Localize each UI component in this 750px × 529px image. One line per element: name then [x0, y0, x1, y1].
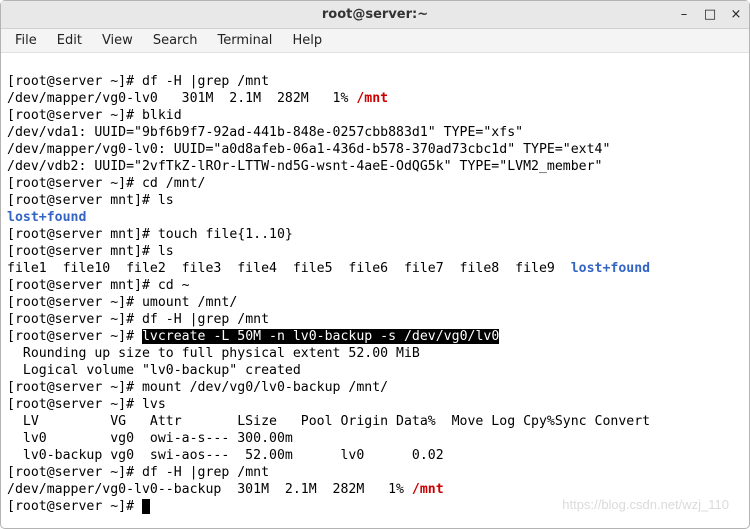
prompt: [root@server ~]# — [7, 465, 142, 480]
prompt: [root@server mnt]# — [7, 278, 158, 293]
prompt: [root@server mnt]# — [7, 227, 158, 242]
prompt: [root@server mnt]# — [7, 244, 158, 259]
prompt: [root@server ~]# — [7, 380, 142, 395]
cmd: df -H |grep /mnt — [142, 74, 269, 89]
cmd-highlight: lvcreate -L 50M -n lv0-backup -s /dev/vg… — [142, 329, 499, 344]
titlebar: root@server:~ – □ × — [1, 1, 749, 29]
prompt: [root@server ~]# — [7, 74, 142, 89]
cmd: df -H |grep /mnt — [142, 465, 269, 480]
cmd: mount /dev/vg0/lv0-backup /mnt/ — [142, 380, 388, 395]
out: /dev/mapper/vg0-lv0--backup 301M 2.1M 28… — [7, 482, 412, 497]
cmd: umount /mnt/ — [142, 295, 237, 310]
menu-search[interactable]: Search — [145, 31, 206, 50]
menu-file[interactable]: File — [7, 31, 45, 50]
match: /mnt — [356, 91, 388, 106]
out: /dev/vda1: UUID="9bf6b9f7-92ad-441b-848e… — [7, 125, 523, 140]
minimize-icon[interactable]: – — [677, 8, 691, 22]
cmd: blkid — [142, 108, 182, 123]
prompt: [root@server ~]# — [7, 312, 142, 327]
prompt: [root@server ~]# — [7, 397, 142, 412]
out: /dev/vdb2: UUID="2vfTkZ-lROr-LTTW-nd5G-w… — [7, 159, 602, 174]
menubar: File Edit View Search Terminal Help — [1, 29, 749, 53]
prompt: [root@server ~]# — [7, 295, 142, 310]
dir: lost+found — [7, 210, 86, 225]
cmd: lvs — [142, 397, 166, 412]
window-controls: – □ × — [677, 8, 743, 22]
dir: lost+found — [571, 261, 650, 276]
out: lv0 vg0 owi-a-s--- 300.00m — [7, 431, 293, 446]
prompt: [root@server ~]# — [7, 176, 142, 191]
maximize-icon[interactable]: □ — [703, 8, 717, 22]
cmd: touch file{1..10} — [158, 227, 293, 242]
prompt: [root@server ~]# — [7, 329, 142, 344]
cmd: cd ~ — [158, 278, 190, 293]
close-icon[interactable]: × — [729, 8, 743, 22]
prompt: [root@server ~]# — [7, 499, 142, 514]
cmd: df -H |grep /mnt — [142, 312, 269, 327]
cmd: ls — [158, 244, 174, 259]
window-title: root@server:~ — [322, 7, 428, 22]
menu-help[interactable]: Help — [284, 31, 330, 50]
match: /mnt — [412, 482, 444, 497]
out: Rounding up size to full physical extent… — [7, 346, 420, 361]
cursor — [142, 499, 150, 514]
menu-view[interactable]: View — [94, 31, 141, 50]
out: lv0-backup vg0 swi-aos--- 52.00m lv0 0.0… — [7, 448, 444, 463]
out: Logical volume "lv0-backup" created — [7, 363, 301, 378]
out: LV VG Attr LSize Pool Origin Data% Move … — [7, 414, 650, 429]
prompt: [root@server ~]# — [7, 108, 142, 123]
cmd: cd /mnt/ — [142, 176, 206, 191]
terminal-output[interactable]: [root@server ~]# df -H |grep /mnt /dev/m… — [1, 53, 749, 518]
cmd: ls — [158, 193, 174, 208]
out: /dev/mapper/vg0-lv0 301M 2.1M 282M 1% — [7, 91, 356, 106]
menu-terminal[interactable]: Terminal — [209, 31, 280, 50]
menu-edit[interactable]: Edit — [49, 31, 90, 50]
out: /dev/mapper/vg0-lv0: UUID="a0d8afeb-06a1… — [7, 142, 610, 157]
prompt: [root@server mnt]# — [7, 193, 158, 208]
out: file1 file10 file2 file3 file4 file5 fil… — [7, 261, 571, 276]
watermark: https://blog.csdn.net/wzj_110 — [562, 497, 729, 512]
